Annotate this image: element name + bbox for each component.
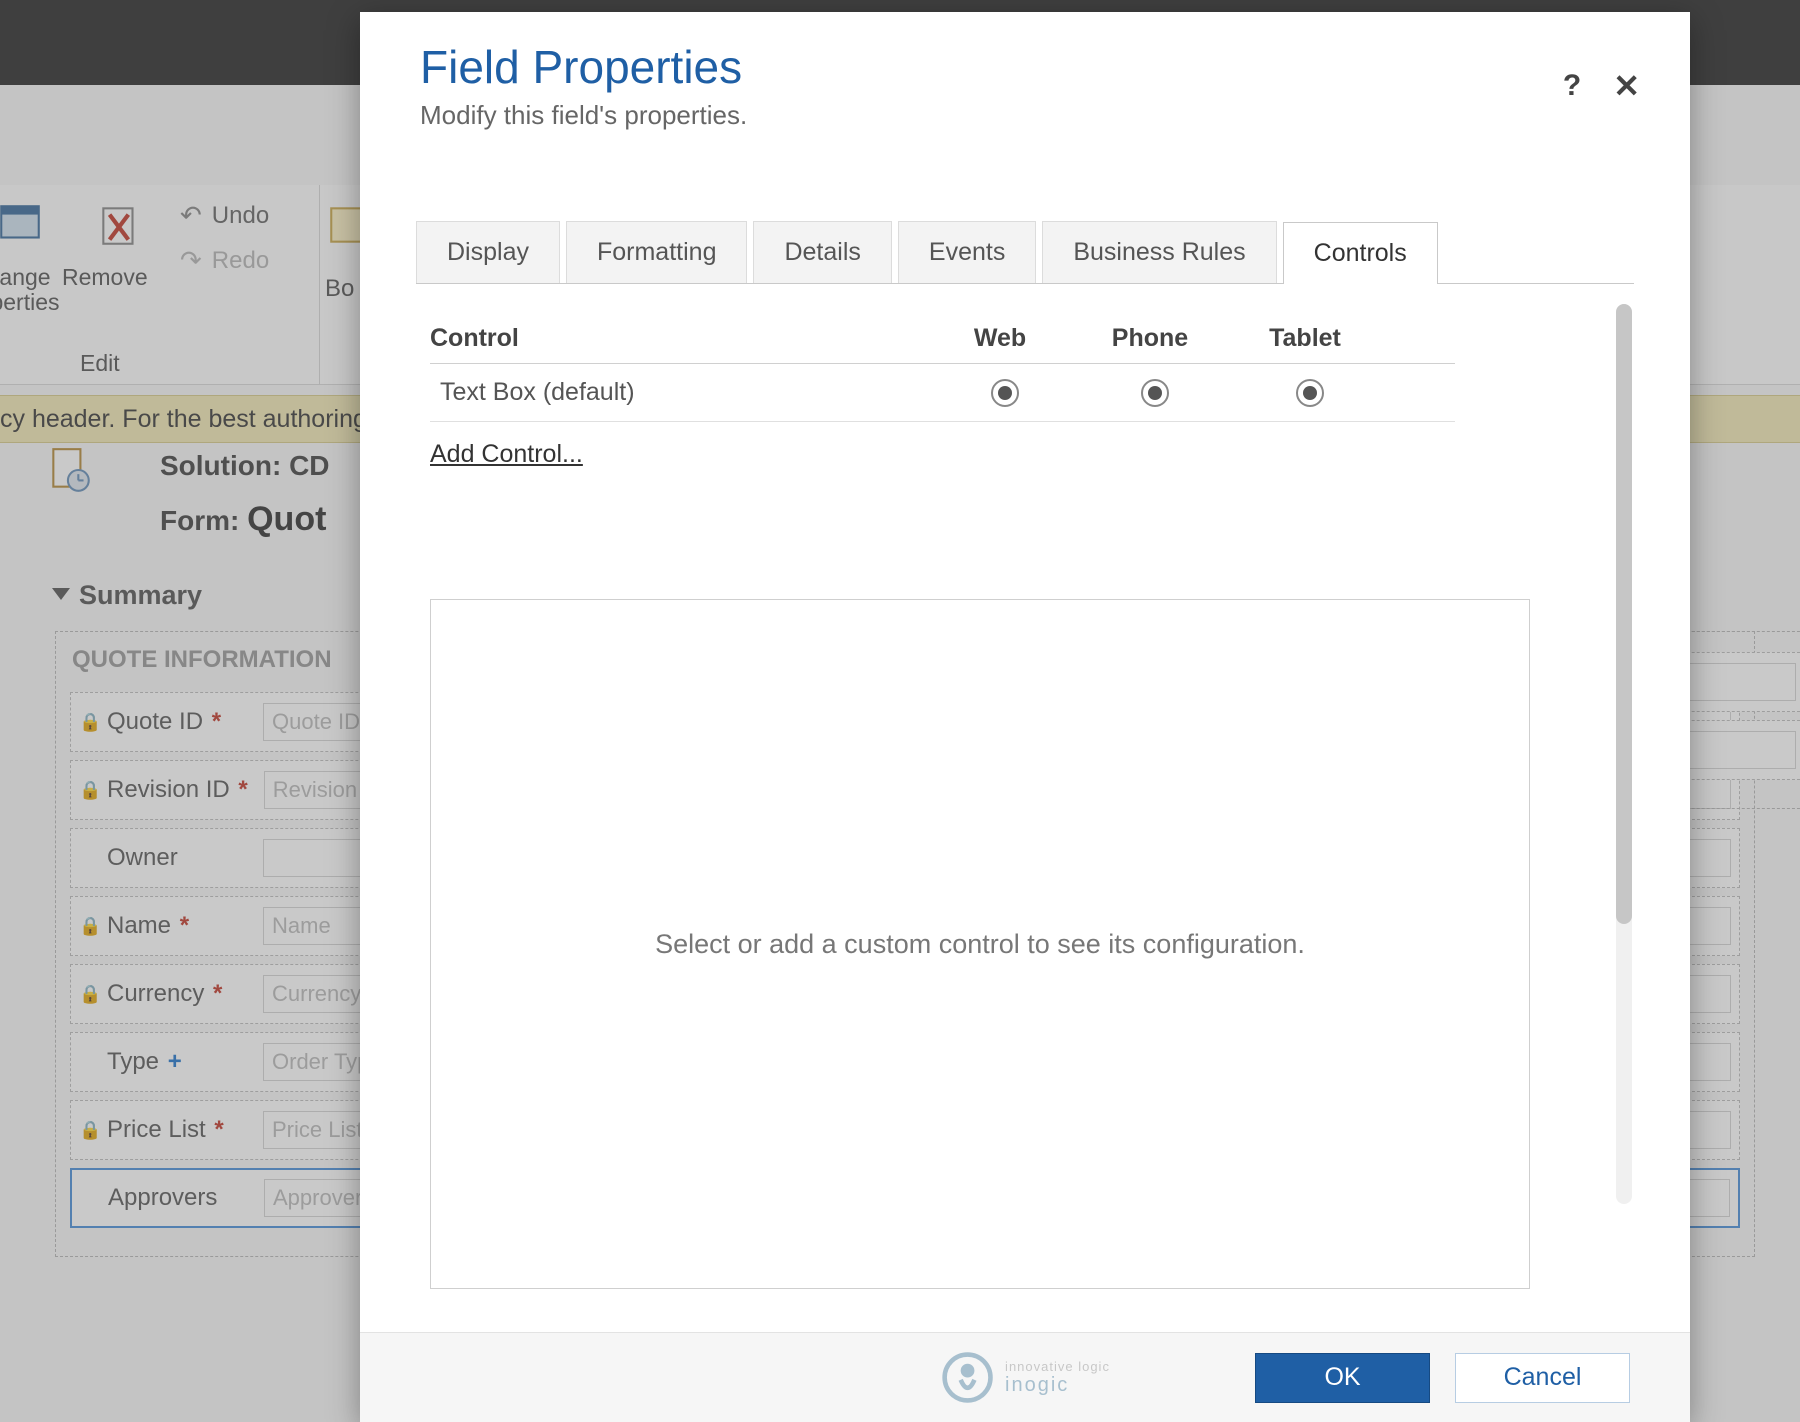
field-label: Quote ID * [107, 708, 247, 736]
close-icon[interactable]: ✕ [1613, 67, 1640, 105]
tab-formatting[interactable]: Formatting [566, 221, 747, 283]
form-doc-icon [45, 445, 95, 495]
col-web: Web [930, 324, 1080, 353]
field-label: Type + [107, 1048, 247, 1076]
change-properties-icon [0, 200, 45, 250]
field-label: Price List * [107, 1116, 247, 1144]
solution-label-line: Solution: CD [160, 450, 330, 482]
help-icon[interactable]: ? [1563, 69, 1581, 103]
controls-tab-panel: Control Web Phone Tablet Text Box (defau… [430, 314, 1620, 1314]
change-properties-button[interactable]: angeperties [0, 265, 60, 316]
remove-button[interactable]: Remove [62, 265, 148, 290]
dialog-title: Field Properties [420, 40, 1630, 94]
add-control-link[interactable]: Add Control... [430, 440, 583, 469]
field-label: Revision ID * [107, 776, 248, 804]
lock-icon: 🔒 [79, 1120, 97, 1141]
radio-tablet[interactable] [1296, 379, 1324, 407]
dialog-subtitle: Modify this field's properties. [420, 100, 1630, 131]
tab-controls[interactable]: Controls [1283, 222, 1438, 284]
control-config-placeholder: Select or add a custom control to see it… [430, 599, 1530, 1289]
col-phone: Phone [1080, 324, 1230, 353]
radio-web[interactable] [991, 379, 1019, 407]
tab-details[interactable]: Details [753, 221, 891, 283]
lock-icon: 🔒 [79, 712, 97, 733]
controls-table: Control Web Phone Tablet Text Box (defau… [430, 314, 1455, 469]
redo-button[interactable]: Redo [180, 245, 269, 276]
remove-icon [95, 200, 145, 250]
controls-table-header: Control Web Phone Tablet [430, 314, 1455, 364]
ribbon-group-label: Edit [80, 350, 120, 377]
field-label: Currency * [107, 980, 247, 1008]
control-row[interactable]: Text Box (default) [430, 364, 1455, 422]
lock-icon: 🔒 [79, 984, 97, 1005]
dialog-scrollbar[interactable] [1616, 304, 1632, 1204]
tab-events[interactable]: Events [898, 221, 1036, 283]
field-properties-dialog: Field Properties Modify this field's pro… [360, 12, 1690, 1422]
field-label: Approvers [108, 1184, 248, 1212]
radio-phone[interactable] [1141, 379, 1169, 407]
undo-button[interactable]: Undo [180, 200, 269, 231]
lock-icon: 🔒 [79, 780, 97, 801]
inogic-logo: innovative logic inogic [940, 1350, 1110, 1405]
tab-display[interactable]: Display [416, 221, 560, 283]
summary-section-header[interactable]: Summary [55, 580, 202, 611]
body-button-partial[interactable]: Bo [325, 275, 354, 303]
col-tablet: Tablet [1230, 324, 1390, 353]
inogic-logo-icon [940, 1350, 995, 1405]
dialog-header: Field Properties Modify this field's pro… [360, 12, 1690, 141]
control-name: Text Box (default) [430, 378, 930, 407]
tab-business-rules[interactable]: Business Rules [1042, 221, 1276, 283]
cancel-button[interactable]: Cancel [1455, 1353, 1630, 1403]
inogic-logo-text: innovative logic inogic [1005, 1359, 1110, 1397]
ok-button[interactable]: OK [1255, 1353, 1430, 1403]
field-label: Name * [107, 912, 247, 940]
field-label: Owner [107, 844, 247, 872]
scrollbar-thumb[interactable] [1616, 304, 1632, 924]
form-label-line: Form: Quot [160, 500, 326, 539]
col-control: Control [430, 324, 930, 353]
lock-icon: 🔒 [79, 916, 97, 937]
dialog-footer: innovative logic inogic OK Cancel [360, 1332, 1690, 1422]
tabstrip: DisplayFormattingDetailsEventsBusiness R… [416, 221, 1634, 284]
